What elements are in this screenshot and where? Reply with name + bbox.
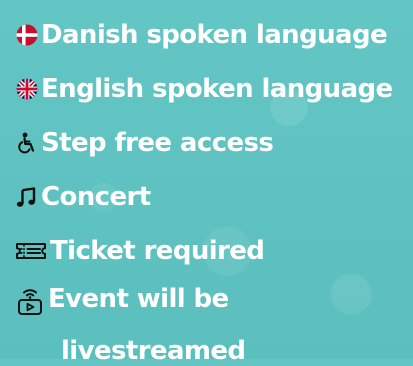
feature-step-free-access: Step free access — [14, 116, 409, 170]
feature-label: Concert — [41, 182, 151, 212]
feature-ticket-required: Ticket required — [14, 224, 409, 278]
feature-concert: Concert — [14, 170, 409, 224]
feature-label: Step free access — [41, 128, 274, 158]
feature-livestream-text: Event will be livestreamed — [48, 284, 246, 366]
feature-label-line1: Event will be — [48, 284, 229, 314]
feature-label: Danish spoken language — [41, 20, 388, 50]
feature-label: Ticket required — [50, 236, 265, 266]
feature-label-line2: livestreamed — [61, 336, 246, 366]
denmark-flag-icon — [14, 23, 39, 48]
event-features-list: Danish spoken language English spoken la… — [14, 8, 409, 364]
uk-flag-icon — [14, 77, 39, 102]
feature-danish-language: Danish spoken language — [14, 8, 409, 62]
feature-livestream: Event will be livestreamed — [14, 278, 409, 364]
feature-label: English spoken language — [41, 74, 393, 104]
wheelchair-icon — [14, 131, 39, 156]
ticket-icon — [14, 239, 48, 264]
feature-english-language: English spoken language — [14, 62, 409, 116]
music-note-icon — [14, 185, 39, 210]
livestream-icon — [14, 286, 46, 316]
